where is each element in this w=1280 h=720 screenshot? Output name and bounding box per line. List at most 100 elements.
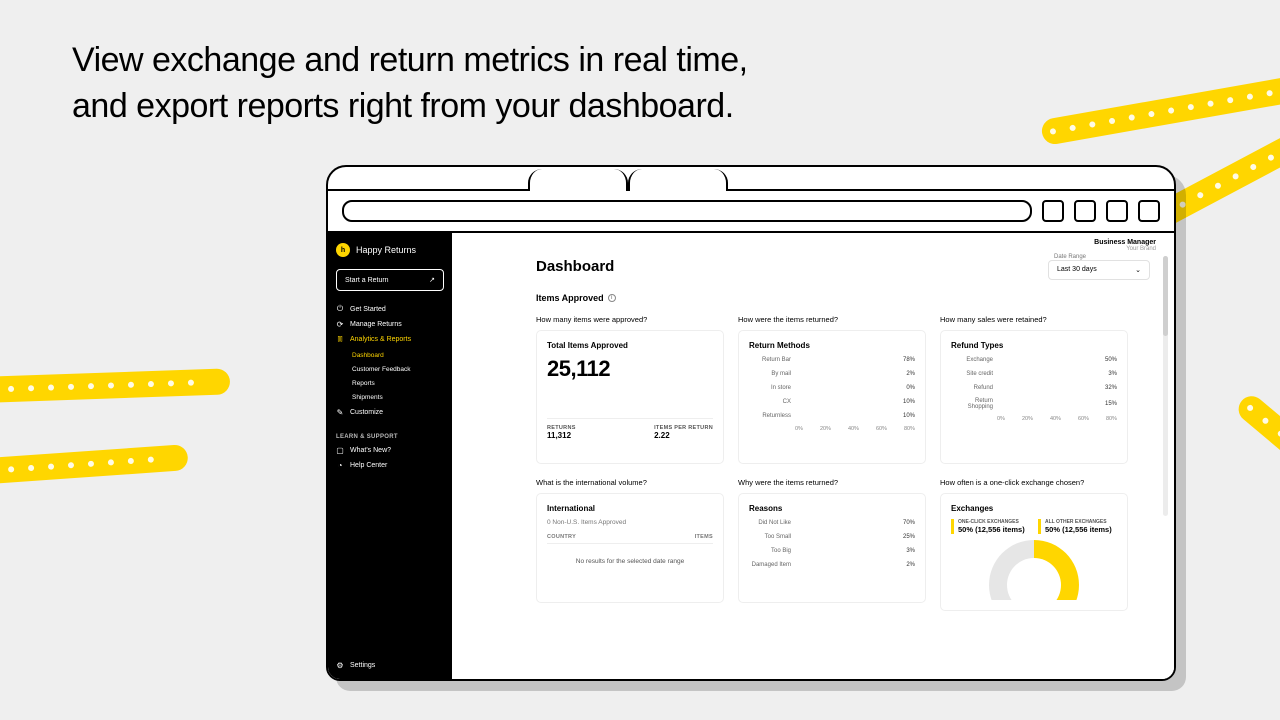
scrollbar-thumb[interactable] <box>1163 256 1168 336</box>
nav-help-center[interactable]: ◔ Help Center <box>336 461 444 469</box>
scrollbar[interactable] <box>1163 256 1168 516</box>
intl-empty: No results for the selected date range <box>547 558 713 565</box>
card-col: How often is a one-click exchange chosen… <box>940 478 1128 611</box>
bar-row: Returnless 10% <box>749 412 915 420</box>
app: h Happy Returns Start a Return ↗ ⏻ Get S… <box>328 233 1174 679</box>
sidebar: h Happy Returns Start a Return ↗ ⏻ Get S… <box>328 233 452 679</box>
intl-col-items: ITEMS <box>695 534 713 540</box>
business-manager-label: Business Manager <box>452 239 1156 246</box>
cards-row-2: What is the international volume? Intern… <box>536 478 1136 611</box>
chart-icon: ⫾⫾ <box>336 335 344 343</box>
bar-value: 70% <box>903 520 915 526</box>
bar-label: By mail <box>749 371 791 377</box>
browser-button[interactable] <box>1042 200 1064 222</box>
subnav-dashboard[interactable]: Dashboard <box>352 352 444 359</box>
return-methods-chart: Return Bar78%By mail2%In store0%CX10%Ret… <box>749 356 915 420</box>
marketing-headline: View exchange and return metrics in real… <box>72 38 748 130</box>
bar-row: Site credit3% <box>951 370 1117 378</box>
bar-row: Refund32% <box>951 384 1117 392</box>
brand: h Happy Returns <box>336 243 444 257</box>
return-methods-card: Return Methods Return Bar78%By mail2%In … <box>738 330 926 464</box>
info-icon[interactable]: i <box>608 294 616 302</box>
bar-value: 50% <box>1105 357 1117 363</box>
nav-settings[interactable]: ⚙ Settings <box>336 651 444 669</box>
other-exch-value: 50% (12,556 items) <box>1045 525 1117 534</box>
learn-support-header: LEARN & SUPPORT <box>336 434 444 440</box>
nav-label: Manage Returns <box>350 321 402 328</box>
card-title: Reasons <box>749 504 915 513</box>
nav-manage-returns[interactable]: ⟳ Manage Returns <box>336 320 444 328</box>
axis-tick: 40% <box>848 426 859 432</box>
nav-analytics-reports[interactable]: ⫾⫾ Analytics & Reports <box>336 335 444 343</box>
bar-row: Did Not Like70% <box>749 519 915 527</box>
bar-value: 10% <box>903 413 915 419</box>
q2: How were the items returned? <box>738 315 926 324</box>
page-title: Dashboard <box>536 258 1136 275</box>
nav-label: Get Started <box>350 306 386 313</box>
bar-value: 78% <box>903 357 915 363</box>
bar-label: Refund <box>951 385 993 391</box>
topbar: Business Manager Your Brand <box>452 233 1174 252</box>
browser-window: h Happy Returns Start a Return ↗ ⏻ Get S… <box>326 165 1176 681</box>
card-title: Refund Types <box>951 341 1117 350</box>
browser-button[interactable] <box>1106 200 1128 222</box>
nav-whats-new[interactable]: ▢ What's New? <box>336 446 444 454</box>
returns-value: 11,312 <box>547 431 576 440</box>
bar-label: Exchange <box>951 357 993 363</box>
subnav-reports[interactable]: Reports <box>352 380 444 387</box>
bar-row: CX 10% <box>749 398 915 406</box>
nav-label: What's New? <box>350 447 391 454</box>
bar-value: 0% <box>906 385 915 391</box>
bar-label: Site credit <box>951 371 993 377</box>
pencil-icon: ✎ <box>336 408 344 416</box>
external-icon: ↗ <box>429 276 435 284</box>
browser-tab[interactable] <box>628 169 728 191</box>
reasons-chart: Did Not Like70%Too Small25%Too Big3%Dama… <box>749 519 915 569</box>
nav-label: Help Center <box>350 462 387 469</box>
axis-tick: 20% <box>820 426 831 432</box>
nav-label: Analytics & Reports <box>350 336 411 343</box>
bar-label: Returnless <box>749 413 791 419</box>
axis-tick: 80% <box>1106 416 1117 422</box>
power-icon: ⏻ <box>336 305 344 313</box>
bar-row: Too Big3% <box>749 547 915 555</box>
bar-label: CX <box>749 399 791 405</box>
nav-get-started[interactable]: ⏻ Get Started <box>336 305 444 313</box>
bar-row: Return Bar 78% <box>749 356 915 364</box>
cycle-icon: ⟳ <box>336 320 344 328</box>
date-range-select[interactable]: Last 30 days ⌄ <box>1048 260 1150 280</box>
card-col: How many items were approved? Total Item… <box>536 315 724 464</box>
q5: Why were the items returned? <box>738 478 926 487</box>
doc-icon: ▢ <box>336 446 344 454</box>
total-items-value: 25,112 <box>547 356 713 382</box>
card-title: International <box>547 504 713 513</box>
card-col: How were the items returned? Return Meth… <box>738 315 926 464</box>
nav-label: Shipments <box>352 394 383 401</box>
nav-label: Settings <box>350 662 375 669</box>
axis-tick: 20% <box>1022 416 1033 422</box>
subnav-shipments[interactable]: Shipments <box>352 394 444 401</box>
learn-nav: ▢ What's New? ◔ Help Center <box>336 446 444 469</box>
card-col: What is the international volume? Intern… <box>536 478 724 611</box>
nav-customize[interactable]: ✎ Customize <box>336 408 444 416</box>
chart-axis: 0%20%40%60%80% <box>951 416 1117 422</box>
primary-nav: ⏻ Get Started ⟳ Manage Returns ⫾⫾ Analyt… <box>336 305 444 416</box>
q6: How often is a one-click exchange chosen… <box>940 478 1128 487</box>
bar-value: 10% <box>903 399 915 405</box>
bar-label: Return Shopping <box>951 398 993 410</box>
browser-button[interactable] <box>1138 200 1160 222</box>
axis-tick: 60% <box>876 426 887 432</box>
start-return-button[interactable]: Start a Return ↗ <box>336 269 444 291</box>
date-range-value: Last 30 days <box>1057 266 1097 274</box>
nav-label: Reports <box>352 380 375 387</box>
bar-label: Return Bar <box>749 357 791 363</box>
browser-button[interactable] <box>1074 200 1096 222</box>
subnav-customer-feedback[interactable]: Customer Feedback <box>352 366 444 373</box>
bar-label: In store <box>749 385 791 391</box>
bar-row: In store 0% <box>749 384 915 392</box>
bar-row: Too Small25% <box>749 533 915 541</box>
nav-label: Dashboard <box>352 352 384 359</box>
browser-tab[interactable] <box>528 169 628 191</box>
address-bar[interactable] <box>342 200 1032 222</box>
chart-axis: 0%20%40%60%80% <box>749 426 915 432</box>
